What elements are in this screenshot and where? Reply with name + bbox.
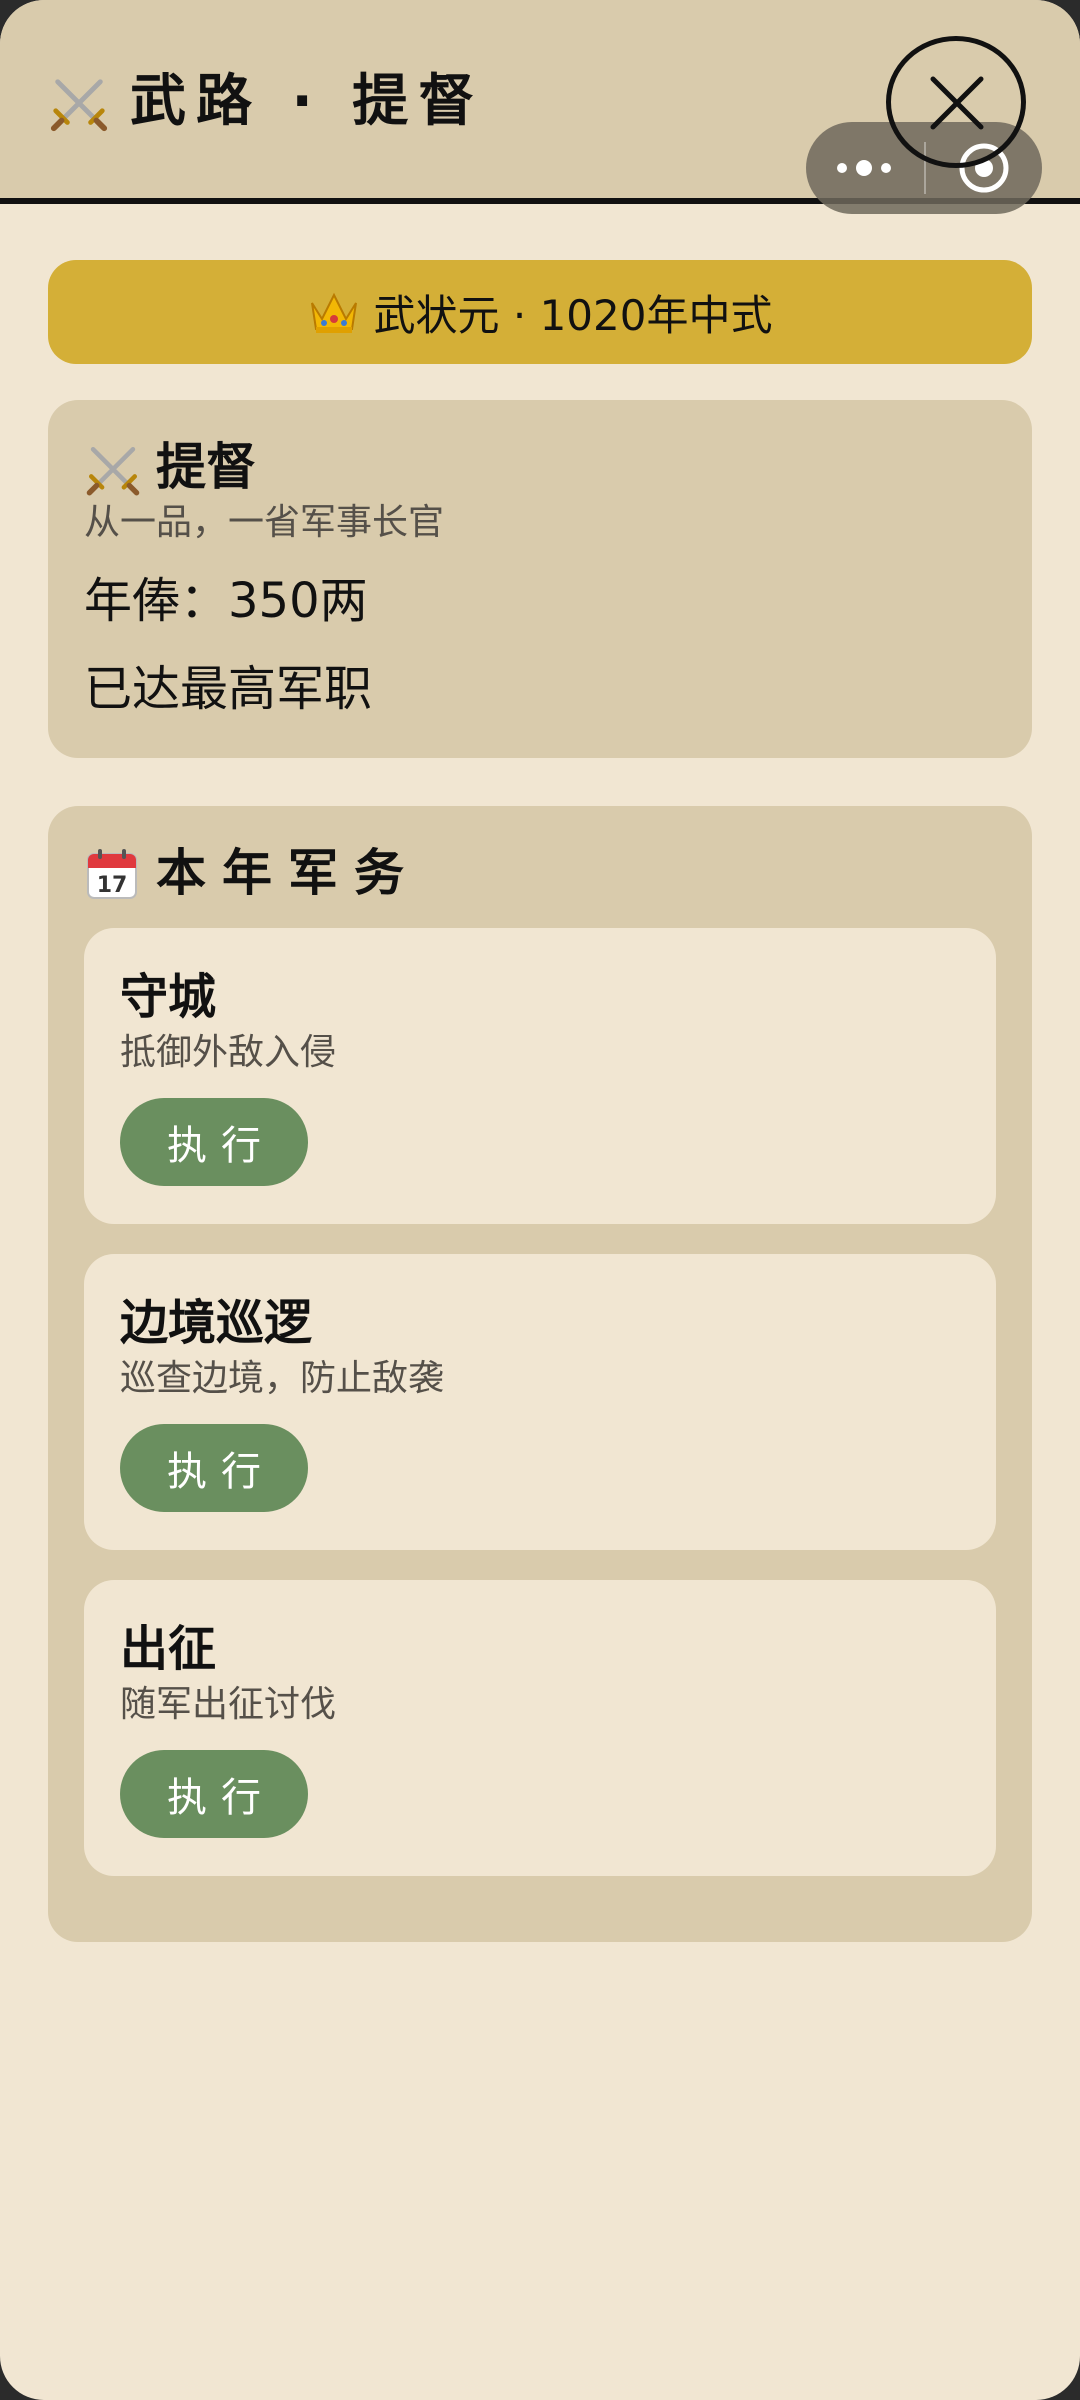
rank-card: 提督 从一品，一省军事长官 年俸：350两 已达最高军职 [48,400,1032,758]
close-icon [930,76,984,130]
rank-salary: 年俸：350两 [84,573,368,629]
more-dots-icon[interactable] [834,152,894,184]
crown-icon [310,292,357,333]
duties-title: 本年军务 [156,844,420,902]
rank-status: 已达最高军职 [84,661,373,717]
duty-card: 出征 随军出征讨伐 执行 [84,1580,996,1876]
duty-card: 守城 抵御外敌入侵 执行 [84,928,996,1224]
crossed-swords-icon [86,446,140,496]
rank-title: 提督 [156,438,256,496]
crossed-swords-icon [50,79,108,132]
header-bar: 武路 · 提督 [0,0,1080,214]
page-title: 武路 · 提督 [130,69,485,134]
execute-button[interactable]: 执行 [120,1750,308,1838]
rank-description: 从一品，一省军事长官 [84,502,445,543]
duty-name: 守城 [120,969,217,1025]
app-screen: 武路 · 提督 武状元 · 1020年中式 提督 从一品，一省军事长官 年俸：3… [0,0,1080,2400]
duty-description: 抵御外敌入侵 [120,1032,337,1073]
duty-card: 边境巡逻 巡查边境，防止敌袭 执行 [84,1254,996,1550]
duty-name: 出征 [120,1621,217,1677]
title-banner: 武状元 · 1020年中式 [48,260,1032,364]
duty-description: 随军出征讨伐 [120,1684,337,1725]
duty-description: 巡查边境，防止敌袭 [120,1358,445,1399]
duties-panel: 17 本年军务 守城 抵御外敌入侵 执行 边境巡逻 巡查边境，防止敌袭 执行 出… [48,806,1032,1942]
execute-button[interactable]: 执行 [120,1098,308,1186]
svg-text:17: 17 [97,873,128,898]
banner-text: 武状元 · 1020年中式 [373,290,773,340]
duty-name: 边境巡逻 [120,1295,313,1351]
close-button[interactable] [886,36,1026,168]
calendar-icon: 17 [87,849,137,899]
execute-button[interactable]: 执行 [120,1424,308,1512]
